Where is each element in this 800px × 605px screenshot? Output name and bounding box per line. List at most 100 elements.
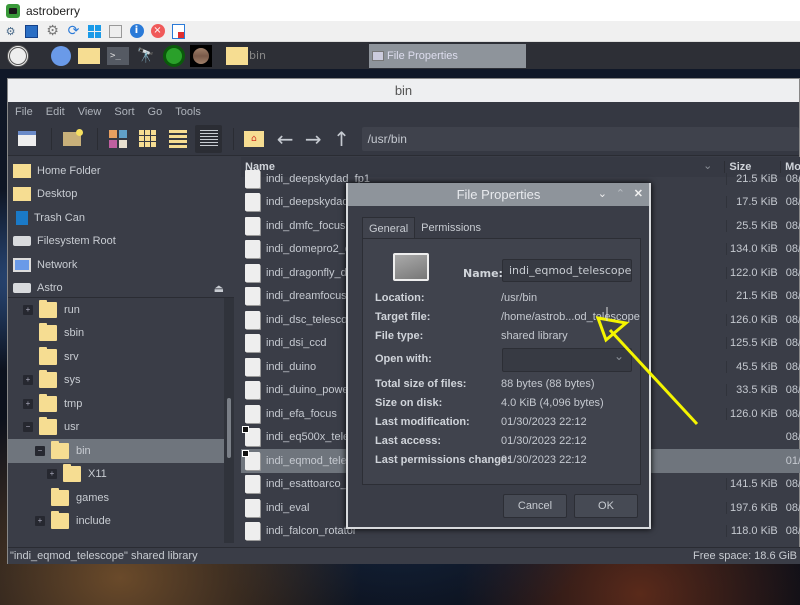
tree-item-sys[interactable]: + sys [8, 369, 224, 393]
tree-item-sbin[interactable]: sbin [8, 322, 224, 346]
place-item-network[interactable]: Network [8, 253, 234, 277]
telescope-icon[interactable]: 🔭 [132, 42, 160, 69]
up-button[interactable]: ↑ [327, 125, 355, 153]
icon-view-button[interactable] [105, 125, 131, 153]
place-item-filesystem-root[interactable]: Filesystem Root [8, 230, 234, 254]
file-manager-icon[interactable] [74, 42, 104, 69]
window-title: bin [8, 79, 799, 102]
menu-file[interactable]: File [15, 106, 33, 118]
property-label: Last modification: [375, 416, 470, 428]
tab-general[interactable]: General [362, 217, 416, 240]
raspberry-menu-icon[interactable] [0, 42, 36, 69]
expander-icon[interactable]: + [23, 304, 33, 315]
new-window-button[interactable] [14, 125, 40, 153]
new-tab-button[interactable] [59, 125, 85, 153]
file-modified: 01/ [785, 454, 800, 467]
ok-button[interactable]: OK [574, 494, 638, 518]
maximize-button[interactable]: ⌃ [616, 187, 625, 200]
file-size: 45.5 KiB [725, 360, 782, 373]
tree-item-x11[interactable]: + X11 [8, 463, 224, 487]
tree-item-usr[interactable]: − usr [8, 416, 224, 440]
kstars-icon[interactable] [160, 42, 188, 69]
file-modified: 08/ [785, 337, 800, 350]
menu-go[interactable]: Go [148, 106, 163, 118]
tree-item-srv[interactable]: srv [8, 345, 224, 369]
home-button[interactable]: ⌂ [241, 125, 267, 153]
cancel-button[interactable]: Cancel [503, 494, 567, 518]
minimize-button[interactable]: ⌄ [598, 187, 607, 200]
place-item-astro[interactable]: Astro ⏏ [8, 277, 234, 301]
detailed-list-view-button[interactable] [195, 124, 222, 153]
icon-view-icon [108, 129, 127, 148]
place-item-desktop[interactable]: Desktop [8, 183, 234, 207]
property-label: Size on disk: [375, 397, 443, 409]
menu-sort[interactable]: Sort [114, 106, 134, 118]
expander-icon[interactable]: + [23, 375, 33, 386]
menu-tools[interactable]: Tools [175, 106, 201, 118]
property-value: 4.0 KiB (4,096 bytes) [501, 397, 604, 409]
fullscreen-icon[interactable] [24, 24, 39, 39]
planet-icon[interactable] [188, 42, 214, 69]
general-tab-panel: Name: indi_eqmod_telescope Location: /usr… [362, 238, 641, 485]
dialog-tabs: General Permissions [362, 217, 487, 240]
expander-icon[interactable]: − [23, 422, 33, 433]
file-properties-task[interactable]: File Properties [369, 44, 526, 68]
windows-icon[interactable] [87, 24, 102, 39]
path-input[interactable]: /usr/bin [361, 126, 799, 151]
tree-item-bin[interactable]: − bin [8, 439, 224, 463]
place-label: Astro [37, 282, 63, 295]
expander-icon[interactable]: + [35, 516, 45, 527]
tree-item-include[interactable]: + include [8, 510, 224, 534]
eject-icon[interactable]: ⏏ [214, 282, 224, 295]
file-size: 125.5 KiB [725, 337, 782, 350]
back-button[interactable]: ← [271, 125, 299, 153]
property-value: shared library [501, 330, 568, 342]
file-modified: 08/ [785, 407, 800, 420]
tab-permissions[interactable]: Permissions [415, 217, 487, 240]
expander-icon[interactable]: + [23, 398, 33, 409]
settings-icon[interactable]: ⚙ [45, 23, 60, 39]
property-label: File type: [375, 330, 424, 342]
tree-item-tmp[interactable]: + tmp [8, 392, 224, 416]
tree-scrollbar[interactable] [224, 298, 234, 543]
tree-item-label: srv [64, 350, 79, 363]
place-item-home-folder[interactable]: Home Folder [8, 159, 234, 183]
menubar: File Edit View Sort Go Tools [8, 102, 799, 122]
property-value: 01/30/2023 22:12 [501, 416, 587, 428]
browser-icon[interactable] [48, 42, 74, 69]
close-button[interactable]: ✕ [634, 187, 643, 200]
menu-view[interactable]: View [78, 106, 102, 118]
name-field[interactable]: indi_eqmod_telescope [502, 259, 632, 282]
window-icon [372, 51, 384, 61]
expander-icon[interactable]: − [35, 445, 45, 456]
file-icon [245, 522, 260, 541]
tree-item-label: bin [76, 444, 91, 457]
connections-icon[interactable]: ⚙ [3, 24, 18, 39]
network-icon [13, 257, 31, 272]
file-icon [242, 426, 260, 447]
property-value: 01/30/2023 22:12 [501, 454, 587, 466]
tree-item-run[interactable]: + run [8, 298, 224, 322]
tree-item-games[interactable]: games [8, 486, 224, 510]
place-item-trash-can[interactable]: Trash Can [8, 206, 234, 230]
thumbnail-view-button[interactable] [135, 125, 161, 153]
refresh-icon[interactable]: ⟳ [66, 23, 81, 39]
home-folder-icon: ⌂ [243, 130, 264, 147]
forward-button[interactable]: → [299, 125, 327, 153]
drive-icon [13, 283, 31, 294]
folder-task[interactable]: bin [226, 42, 266, 69]
disconnect-icon[interactable]: × [150, 24, 165, 39]
tree-item-label: X11 [88, 468, 107, 481]
info-icon[interactable]: i [129, 24, 144, 39]
terminal-icon[interactable]: >_ [104, 42, 132, 69]
compact-view-button[interactable] [165, 125, 191, 153]
open-with-select[interactable] [502, 348, 632, 372]
file-size: 33.5 KiB [725, 384, 782, 397]
tree-item-label: usr [64, 421, 80, 434]
screenshot-icon[interactable] [108, 24, 123, 39]
detach-icon[interactable] [171, 23, 186, 39]
expander-icon[interactable]: + [47, 469, 57, 480]
menu-edit[interactable]: Edit [46, 106, 65, 118]
property-value[interactable]: /home/astrob...od_telescope [501, 311, 640, 323]
file-icon [245, 216, 260, 235]
